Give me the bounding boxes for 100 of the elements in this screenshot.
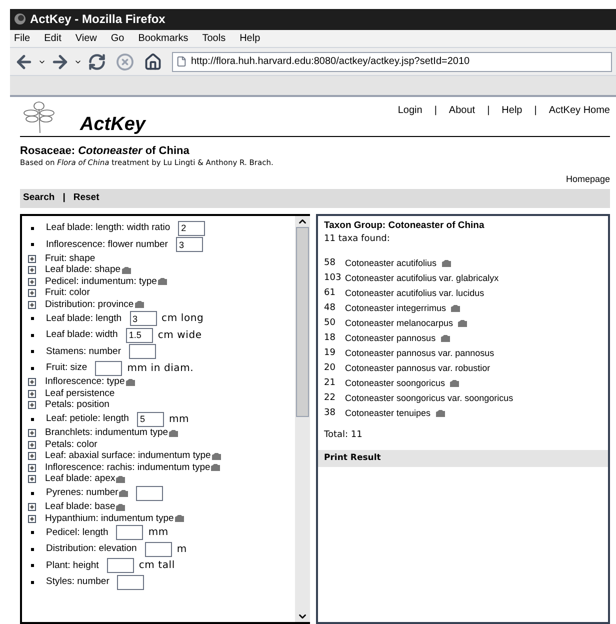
action-link[interactable]: Reset [73,191,100,206]
taxon-link[interactable]: Cotoneaster integerrimus [345,302,446,316]
image-icon[interactable] [158,278,167,286]
character-label: Leaf blade: width [46,328,118,342]
taxon-link[interactable]: Cotoneaster acutifolius var. lucidus [345,286,484,300]
character-label: Fruit: shape [45,252,96,265]
expand-icon[interactable] [28,289,36,298]
value-field[interactable]: 3 [130,311,157,326]
unit-label: m [176,542,187,557]
taxon-link[interactable]: Cotoneaster acutifolius [345,256,437,270]
bullet-icon [31,580,34,584]
home-icon[interactable] [144,52,162,71]
bullet-icon [31,366,34,370]
value-field[interactable] [116,525,144,540]
character-label: Fruit: color [45,286,90,300]
bullet-icon [31,531,34,534]
menu-item[interactable]: Go [110,30,124,46]
character-label: Pedicel: indumentum: type [45,274,157,288]
flower-logo [22,98,56,135]
taxon-link[interactable]: Cotoneaster tenuipes [345,406,431,420]
expand-icon[interactable] [28,475,36,484]
print-result-button[interactable]: Print Result [318,450,608,468]
scrollbar[interactable] [295,216,310,622]
nav-link[interactable]: Help [502,102,522,118]
value-field[interactable] [117,574,144,590]
bullet-icon [31,317,34,320]
expand-icon[interactable] [28,440,36,449]
taxon-link[interactable]: Cotoneaster soongoricus var. soongoricus [345,392,514,406]
image-icon[interactable] [174,515,184,522]
nav-link[interactable]: ActKey Home [548,102,610,118]
menu-item[interactable]: Tools [202,30,226,46]
bullet-icon [31,334,34,337]
taxon-link[interactable]: Cotoneaster pannosus var. robustior [345,362,490,376]
window-title: ActKey - Mozilla Firefox [30,11,166,28]
character-label: Inflorescence: flower number [46,238,168,252]
taxon-number: 103 [324,272,342,285]
expand-icon[interactable] [28,514,36,523]
character-label: Leaf blade: apex [45,472,116,486]
value-field[interactable]: 2 [178,220,206,236]
value-field[interactable] [144,542,172,557]
expand-icon[interactable] [28,278,36,286]
homepage-link[interactable]: Homepage [566,172,610,186]
value-field[interactable] [95,360,122,376]
value-field[interactable] [136,486,164,501]
value-field[interactable]: 5 [136,412,164,427]
taxon-link[interactable]: Cotoneaster soongoricus [345,376,446,390]
page-heading: Rosaceae: Cotoneaster of China [20,144,190,158]
image-icon[interactable] [450,380,460,387]
bullet-icon [31,418,34,421]
expand-icon[interactable] [28,378,36,386]
results-title: Taxon Group: Cotoneaster of China [324,219,486,234]
value-field[interactable] [106,558,134,574]
taxon-number: 61 [324,286,336,300]
character-label: Leaf persistence [45,386,115,400]
taxon-number: 18 [324,332,336,345]
menu-item[interactable]: Edit [44,30,62,46]
nav-link[interactable]: About [448,102,476,118]
image-icon[interactable] [126,378,135,386]
taxon-number: 20 [324,362,336,375]
reload-icon[interactable] [88,52,106,71]
menu-item[interactable]: File [14,30,30,46]
bullet-icon [31,243,34,246]
image-icon[interactable] [436,410,445,417]
expand-icon[interactable] [28,266,36,274]
unit-label: mm [148,526,168,540]
character-label: Leaf: abaxial surface: indumentum type [45,449,211,463]
taxon-number: 21 [324,376,336,390]
expand-icon[interactable] [28,390,36,398]
action-link[interactable]: Search [23,191,55,206]
image-icon[interactable] [134,301,144,308]
value-field[interactable]: 3 [176,237,203,252]
expand-icon[interactable] [28,254,36,263]
taxon-link[interactable]: Cotoneaster pannosus [345,332,436,346]
taxon-link[interactable]: Cotoneaster acutifolius var. glabricalyx [345,272,499,286]
character-label: Leaf blade: length [46,312,122,326]
expand-icon[interactable] [28,401,36,410]
expand-icon[interactable] [28,429,36,438]
menu-item[interactable]: Help [240,30,260,46]
value-field[interactable] [128,344,156,360]
image-icon[interactable] [169,430,178,437]
character-label: Styles: number [46,575,110,590]
taxon-link[interactable]: Cotoneaster melanocarpus [345,316,454,330]
taxon-link[interactable]: Cotoneaster pannosus var. pannosus [345,346,494,360]
address-bar[interactable]: http://flora.huh.harvard.edu:8080/actkey/actkey.jsp?setId=2010 [172,52,612,72]
value-field[interactable]: 1.5 [126,328,153,343]
character-label: Stamens: number [46,344,121,359]
menu-item[interactable]: View [75,30,97,46]
expand-icon[interactable] [28,464,36,472]
image-icon[interactable] [122,266,131,274]
scroll-thumb[interactable] [296,227,309,418]
expand-icon[interactable] [28,300,36,309]
character-label: Leaf blade: length: width ratio [46,221,170,236]
expand-icon[interactable] [28,503,36,512]
taxon-number: 22 [324,392,336,405]
menu-item[interactable]: Bookmarks [138,30,188,46]
image-icon[interactable] [442,260,451,267]
taxon-number: 50 [324,316,336,330]
character-label: Petals: color [45,438,98,451]
nav-link[interactable]: Login [398,102,422,118]
expand-icon[interactable] [28,452,36,460]
